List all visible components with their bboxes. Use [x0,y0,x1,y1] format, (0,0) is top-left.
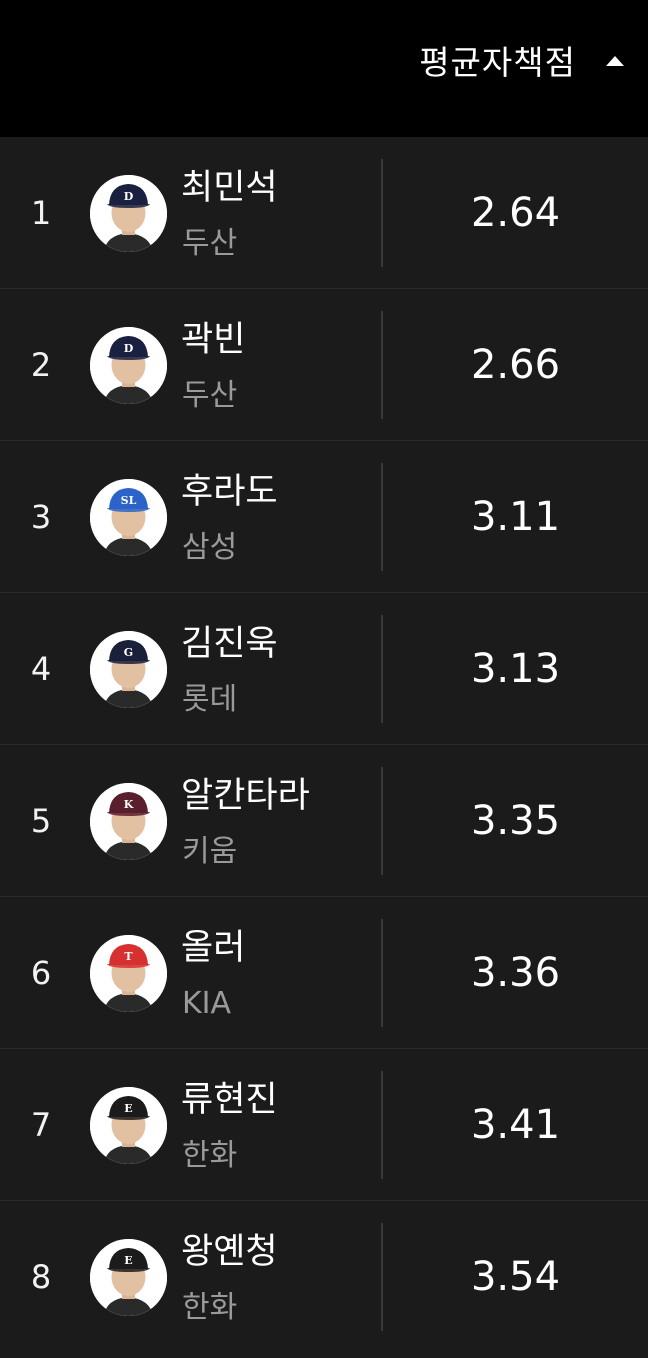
era-value: 2.66 [470,342,561,388]
sort-era-button[interactable]: 평균자책점 [419,40,624,86]
era-value: 3.41 [470,1102,561,1148]
team-name: 두산 [182,226,238,261]
svg-text:E: E [124,1102,132,1115]
team-name: 한화 [182,1290,238,1325]
svg-text:G: G [124,646,133,659]
svg-text:T: T [124,950,133,963]
svg-text:K: K [124,798,134,811]
player-name[interactable]: 최민석 [181,167,278,209]
player-avatar[interactable]: D [90,175,167,252]
team-name: 롯데 [182,682,238,717]
player-name[interactable]: 곽빈 [181,319,245,361]
era-value: 3.54 [470,1254,561,1300]
ranking-list: 1 D 최민석 두산 2.64 2 D 곽빈 두산 2.66 3 SL 후라도 삼성 3.11 4 G 김진욱 롯데… [0,137,648,1358]
team-name: 두산 [182,378,238,413]
player-avatar[interactable]: T [90,935,167,1012]
sort-label: 평균자책점 [419,43,576,82]
player-avatar[interactable]: E [90,1087,167,1164]
player-row[interactable]: 2 D 곽빈두산 2.66 [0,289,648,441]
svg-text:E: E [124,1254,132,1267]
team-name: 한화 [182,1138,238,1173]
svg-text:D: D [124,190,134,203]
rank-number: 8 [30,1258,52,1296]
player-avatar[interactable]: K [90,783,167,860]
player-name[interactable]: 류현진 [181,1079,278,1121]
era-value: 3.36 [470,950,561,996]
player-name[interactable]: 후라도 [181,471,278,513]
player-row[interactable]: 8 E 왕옌청한화 3.54 [0,1201,648,1353]
player-avatar[interactable]: D [90,327,167,404]
svg-text:D: D [124,342,134,355]
rank-number: 6 [30,954,52,992]
player-avatar[interactable]: SL [90,479,167,556]
team-name: KIA [182,986,232,1021]
team-name: 키움 [182,834,238,869]
player-row[interactable]: 5 K 알칸타라키움 3.35 [0,745,648,897]
player-row[interactable]: 1 D 최민석두산 2.64 [0,137,648,289]
player-row[interactable]: 6 T 올러 KIA 3.36 [0,897,648,1049]
player-row[interactable]: 4 G 김진욱롯데 3.13 [0,593,648,745]
player-name[interactable]: 김진욱 [181,623,278,665]
era-value: 2.64 [470,190,561,236]
rank-number: 2 [30,346,52,384]
rank-number: 5 [30,802,52,840]
player-name[interactable]: 왕옌청 [181,1231,278,1273]
player-avatar[interactable]: E [90,1239,167,1316]
player-row[interactable]: 7 E 류현진한화 3.41 [0,1049,648,1201]
svg-text:SL: SL [121,494,137,507]
player-name[interactable]: 올러 [181,927,245,969]
player-avatar[interactable]: G [90,631,167,708]
era-value: 3.35 [470,798,561,844]
table-header: 평균자책점 [0,0,648,137]
team-name: 삼성 [182,530,238,565]
rank-number: 3 [30,498,52,536]
player-row[interactable]: 3 SL 후라도삼성 3.11 [0,441,648,593]
rank-number: 7 [30,1106,52,1144]
rank-number: 1 [30,194,52,232]
caret-up-icon [606,56,624,66]
player-name[interactable]: 알칸타라 [181,775,310,817]
rank-number: 4 [30,650,52,688]
era-value: 3.11 [470,494,561,540]
era-value: 3.13 [470,646,561,692]
